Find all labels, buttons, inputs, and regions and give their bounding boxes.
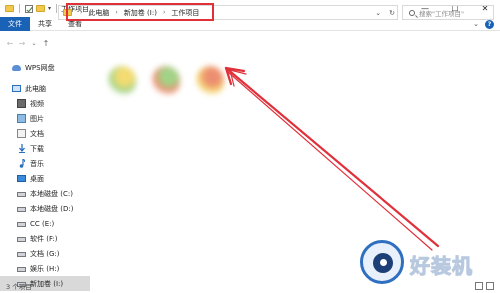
drive-icon [17,222,26,227]
customize-toolbar-icon[interactable]: ▾ [48,5,51,12]
file-item[interactable] [144,60,188,108]
navigation-pane: WPS网盘 此电脑 视频 图片 文档 下载 音乐 桌面 本地磁盘 (C:) 本地… [0,60,90,291]
address-dropdown-icon[interactable]: ⌄ [375,9,381,17]
pictures-folder-icon [17,114,26,123]
sidebar-item-drive-e[interactable]: CC (E:) [0,216,90,231]
up-button[interactable]: ↑ [40,36,52,50]
address-controls: ⌄ ↻ [375,6,395,19]
item-count: 3 个项目 [6,283,32,291]
search-placeholder: 搜索"工作项目" [419,9,464,18]
sidebar-item-wps-cloud[interactable]: WPS网盘 [0,60,90,75]
expand-ribbon-icon[interactable]: ⌄ [473,20,479,28]
sidebar-item-music[interactable]: 音乐 [0,156,90,171]
file-thumbnail [108,66,136,96]
drive-icon [17,237,26,242]
drive-icon [17,267,26,272]
computer-icon [12,85,21,92]
watermark-text: 好装机 [410,254,473,279]
divider [19,4,20,13]
video-folder-icon [17,99,26,108]
logo-circle-icon [360,240,404,284]
sidebar-item-drive-c[interactable]: 本地磁盘 (C:) [0,186,90,201]
watermark-logo: 好装机 [360,238,500,288]
sidebar-item-drive-d[interactable]: 本地磁盘 (D:) [0,201,90,216]
divider [56,4,58,13]
drive-icon [17,207,26,212]
tab-share[interactable]: 共享 [30,17,60,31]
search-box[interactable]: 搜索"工作项目" [402,5,494,20]
logo-eye-icon [373,253,393,273]
refresh-icon[interactable]: ↻ [389,9,395,17]
breadcrumb-highlight [66,3,214,21]
sidebar-item-pictures[interactable]: 图片 [0,111,90,126]
recent-locations-button[interactable]: ⌄ [28,36,40,50]
drive-icon [17,192,26,197]
file-thumbnail [196,66,224,96]
file-thumbnail [152,66,180,96]
forward-button[interactable]: → [16,36,28,50]
quick-access-toolbar: ▾ [5,4,59,13]
navigation-bar: ← → ⌄ ↑ [0,31,500,55]
new-folder-icon[interactable] [36,5,45,12]
sidebar-item-videos[interactable]: 视频 [0,96,90,111]
sidebar-item-documents[interactable]: 文档 [0,126,90,141]
help-icon[interactable]: ? [485,19,494,29]
tab-file[interactable]: 文件 [0,16,30,31]
download-arrow-icon [19,144,25,153]
properties-icon[interactable] [25,4,33,13]
drive-icon [17,252,26,257]
sidebar-item-drive-g[interactable]: 文档 (G:) [0,246,90,261]
sidebar-item-this-pc[interactable]: 此电脑 [0,81,90,96]
music-note-icon [19,159,25,168]
sidebar-item-desktop[interactable]: 桌面 [0,171,90,186]
sidebar-item-drive-f[interactable]: 软件 (F:) [0,231,90,246]
file-item[interactable] [100,60,144,108]
folder-icon [5,5,14,12]
address-bar[interactable]: › 此电脑 › 新加卷 (I:) › 工作项目 ⌄ ↻ [58,3,398,21]
back-button[interactable]: ← [4,36,16,50]
sidebar-item-drive-h[interactable]: 娱乐 (H:) [0,261,90,276]
documents-folder-icon [17,129,26,138]
sidebar-item-downloads[interactable]: 下载 [0,141,90,156]
desktop-folder-icon [17,175,26,182]
search-icon [409,9,415,16]
cloud-icon [12,65,21,71]
file-item[interactable] [188,60,232,108]
